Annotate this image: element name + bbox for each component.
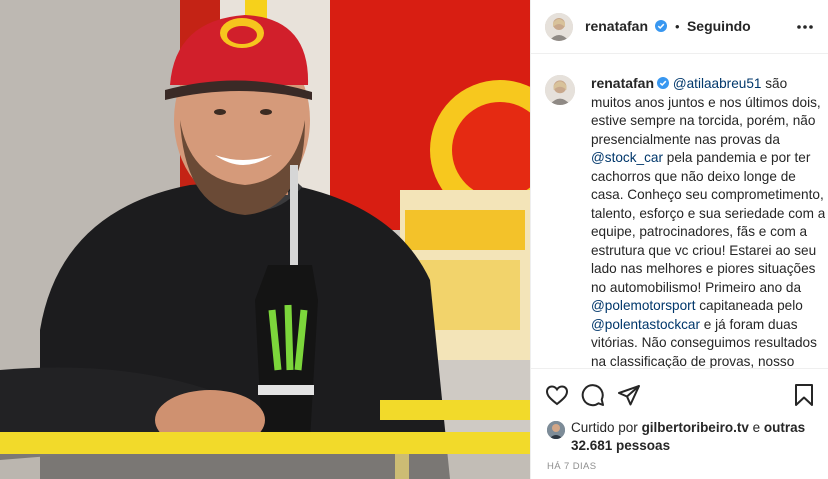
post-header: renatafan • Seguindo [531, 0, 828, 54]
caption-username[interactable]: renatafan [591, 75, 654, 91]
mention-link[interactable]: @polentastockcar [591, 317, 700, 332]
caption-segment: capitaneada pelo [695, 298, 803, 313]
liker-avatar[interactable] [547, 421, 565, 439]
likes-prefix: Curtido por [571, 420, 638, 435]
paper-plane-icon[interactable] [617, 383, 641, 412]
mention-link[interactable]: @polemotorsport [591, 298, 695, 313]
author-avatar[interactable] [545, 13, 573, 41]
caption-area: renatafan @atilaabreu51 são muitos anos … [545, 68, 825, 370]
comment-icon[interactable] [581, 383, 605, 412]
avatar-image [545, 13, 573, 41]
bookmark-icon[interactable] [793, 383, 815, 412]
follow-status-button[interactable]: Seguindo [687, 18, 751, 34]
post-timestamp[interactable]: HÁ 7 DIAS [547, 461, 597, 472]
more-horizontal-icon[interactable] [795, 20, 815, 34]
instagram-post: renatafan • Seguindo renatafan @atilaabr… [0, 0, 828, 479]
post-photo-illustration [0, 0, 530, 479]
header-username[interactable]: renatafan [585, 18, 648, 34]
header-author-line: renatafan • Seguindo [585, 18, 751, 36]
post-photo[interactable] [0, 0, 530, 479]
post-side-panel: renatafan • Seguindo renatafan @atilaabr… [530, 0, 828, 479]
likes-joiner: e [752, 420, 761, 435]
mention-link[interactable]: @atilaabreu51 [673, 76, 762, 91]
heart-icon[interactable] [545, 383, 569, 412]
caption-text: renatafan @atilaabreu51 são muitos anos … [591, 74, 825, 370]
liker-username[interactable]: gilbertoribeiro.tv [642, 420, 749, 435]
verified-badge-icon [657, 77, 670, 89]
caption-author-avatar[interactable] [545, 75, 575, 105]
post-actions: Curtido por gilbertoribeiro.tv e outras … [531, 368, 828, 479]
mention-link[interactable]: @stock_car [591, 150, 663, 165]
verified-badge-icon [655, 20, 668, 32]
avatar-image [547, 421, 565, 439]
caption-segment: pela pandemia e por ter cachorros que nã… [591, 150, 825, 295]
header-separator: • [674, 19, 680, 34]
likes-text: Curtido por gilbertoribeiro.tv e outras … [571, 419, 817, 455]
avatar-image [545, 75, 575, 105]
